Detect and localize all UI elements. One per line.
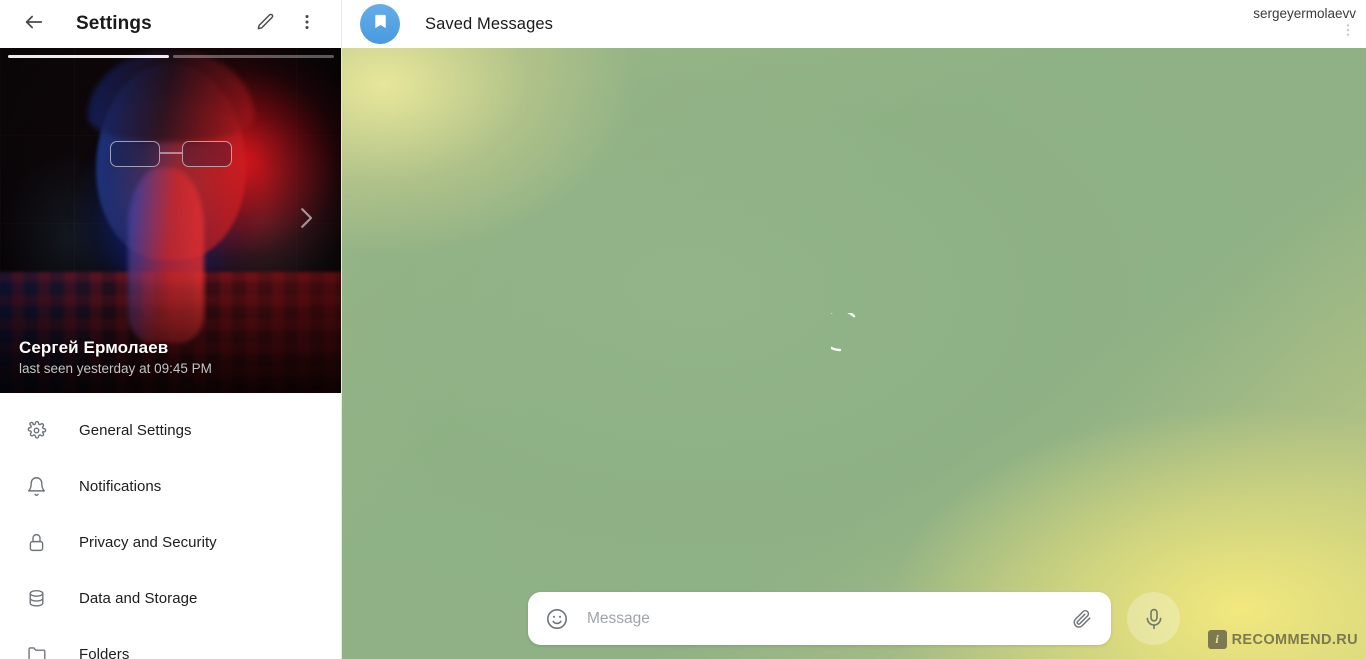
next-photo-button[interactable] — [282, 197, 330, 245]
folder-icon — [23, 644, 49, 659]
settings-menu-button[interactable] — [287, 4, 327, 44]
pencil-edit-icon — [255, 12, 275, 37]
chat-title: Saved Messages — [425, 14, 553, 33]
profile-status: last seen yesterday at 09:45 PM — [19, 361, 212, 376]
sidebar-item-privacy-and-security[interactable]: Privacy and Security — [0, 514, 341, 570]
account-username[interactable]: sergeyermolaevv — [1253, 6, 1356, 21]
chat-message-area: i RECOMMEND.RU — [342, 48, 1366, 659]
site-watermark: i RECOMMEND.RU — [1207, 630, 1358, 649]
photo-pagination — [8, 55, 334, 58]
sidebar-item-label: Privacy and Security — [79, 533, 217, 551]
more-vertical-icon — [297, 12, 317, 37]
search-input message-input[interactable] — [587, 609, 1067, 628]
sidebar-item-label: Folders — [79, 645, 130, 659]
smiley-icon[interactable] — [543, 605, 571, 633]
photo-page-indicator-2[interactable] — [173, 55, 334, 58]
sidebar-item-label: General Settings — [79, 421, 192, 439]
lock-icon — [23, 532, 49, 553]
watermark-text: RECOMMEND.RU — [1231, 631, 1358, 648]
spinner-icon — [831, 313, 877, 359]
paperclip-icon[interactable] — [1067, 604, 1097, 634]
sidebar-item-folders[interactable]: Folders — [0, 626, 341, 659]
back-arrow-icon — [23, 11, 45, 38]
message-input-box[interactable] — [528, 592, 1111, 645]
sidebar-item-notifications[interactable]: Notifications — [0, 458, 341, 514]
profile-info: Сергей Ермолаев last seen yesterday at 0… — [19, 338, 212, 376]
more-vertical-icon[interactable] — [1340, 22, 1356, 43]
avatar[interactable] — [360, 4, 400, 44]
database-icon — [23, 588, 49, 609]
chat-panel: Saved Messages sergeyermolaevv Message i… — [342, 0, 1366, 659]
telegram-app: Settings Сергей Ермолаев last seen yeste… — [0, 0, 1366, 659]
page-title: Settings — [76, 13, 152, 34]
sidebar-item-label: Data and Storage — [79, 589, 198, 607]
sidebar-item-label: Notifications — [79, 477, 162, 495]
sidebar-item-general-settings[interactable]: General Settings — [0, 402, 341, 458]
settings-list: General Settings Notifications Privacy a… — [0, 393, 341, 659]
profile-photo[interactable]: Сергей Ермолаев last seen yesterday at 0… — [0, 48, 341, 393]
message-composer — [528, 592, 1180, 645]
settings-header: Settings — [0, 0, 341, 48]
profile-name: Сергей Ермолаев — [19, 338, 169, 357]
settings-panel: Settings Сергей Ермолаев last seen yeste… — [0, 0, 342, 659]
watermark-logo-icon: i — [1207, 630, 1227, 649]
photo-page-indicator-1[interactable] — [8, 55, 169, 58]
edit-profile-button[interactable] — [245, 4, 285, 44]
gear-icon — [23, 420, 49, 441]
chevron-right-icon — [291, 203, 321, 238]
chat-header: Saved Messages sergeyermolaevv — [342, 0, 1366, 48]
microphone-icon[interactable] — [1127, 592, 1180, 645]
bookmark-icon — [371, 12, 390, 36]
chat-header-actions: sergeyermolaevv — [1253, 0, 1356, 48]
back-button[interactable] — [14, 4, 54, 44]
settings-header-actions — [245, 4, 327, 44]
bell-icon — [23, 476, 49, 497]
sidebar-item-data-and-storage[interactable]: Data and Storage — [0, 570, 341, 626]
